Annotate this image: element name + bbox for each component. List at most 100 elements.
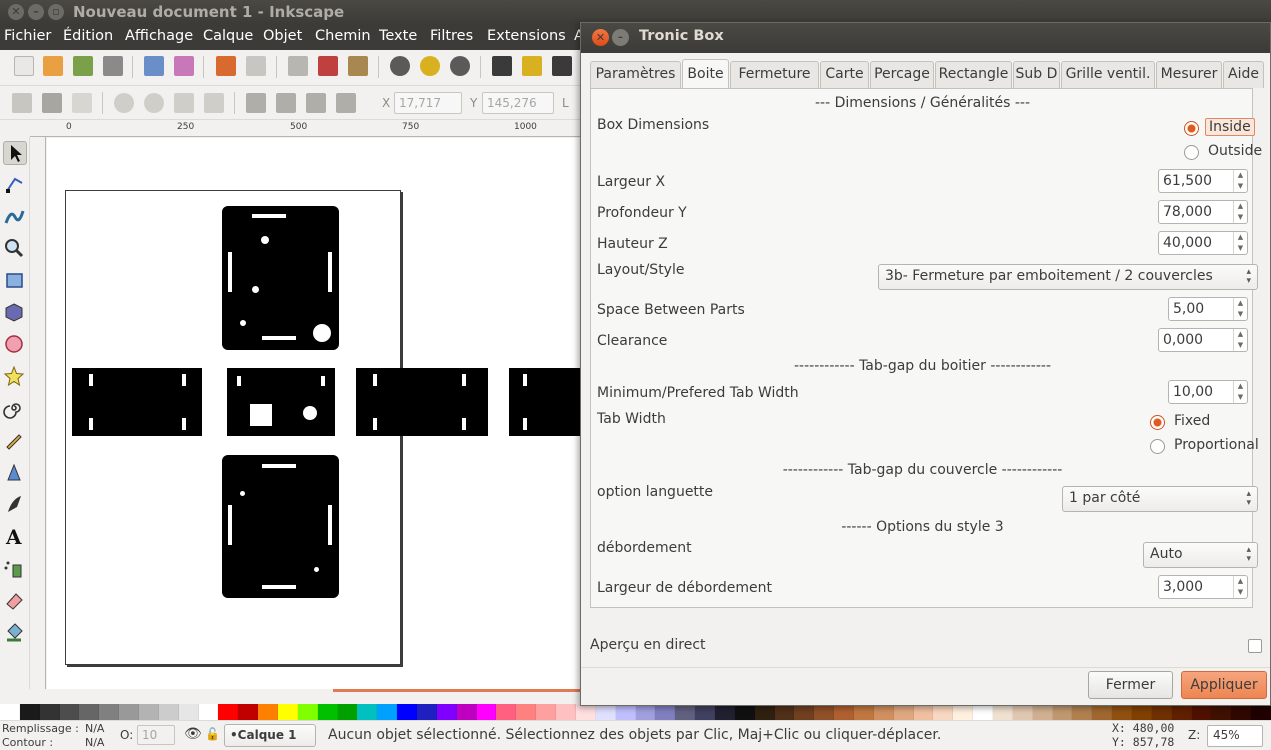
maximize-window-icon[interactable]: ▫: [48, 4, 64, 20]
y-coordinate-field[interactable]: 145,276: [482, 92, 554, 114]
color-swatch[interactable]: [754, 704, 775, 720]
eraser-tool-icon[interactable]: [3, 589, 27, 613]
x-coordinate-field[interactable]: 17,717: [394, 92, 462, 114]
color-swatch[interactable]: [59, 704, 80, 720]
tab-rectangle[interactable]: Rectangle: [935, 61, 1012, 88]
color-swatch[interactable]: [853, 704, 874, 720]
text-tool-icon[interactable]: A: [3, 525, 27, 549]
color-swatch[interactable]: [973, 704, 993, 720]
min-tab-width-input[interactable]: [1169, 381, 1233, 403]
color-swatch[interactable]: [893, 704, 914, 720]
color-swatch[interactable]: [635, 704, 656, 720]
color-swatch[interactable]: [198, 704, 219, 720]
color-swatch[interactable]: [139, 704, 159, 720]
ellipse-tool-icon[interactable]: [3, 333, 27, 357]
color-swatch[interactable]: [1171, 704, 1192, 720]
color-swatch[interactable]: [556, 704, 576, 720]
print-icon[interactable]: [103, 56, 123, 76]
box-part-top-lid[interactable]: [222, 206, 339, 350]
color-palette[interactable]: [0, 704, 1271, 720]
color-swatch[interactable]: [1131, 704, 1152, 720]
color-swatch[interactable]: [476, 704, 497, 720]
color-swatch[interactable]: [536, 704, 557, 720]
tab-aide[interactable]: Aide: [1223, 61, 1264, 88]
color-swatch[interactable]: [1012, 704, 1033, 720]
color-swatch[interactable]: [377, 704, 398, 720]
min-tab-width-stepper[interactable]: ▲ ▼: [1233, 381, 1247, 403]
box-part-front[interactable]: [227, 368, 335, 436]
color-swatch[interactable]: [814, 704, 835, 720]
color-swatch[interactable]: [1231, 704, 1252, 720]
box-part-back[interactable]: [509, 368, 580, 436]
3d-box-tool-icon[interactable]: [3, 301, 27, 325]
color-swatch[interactable]: [218, 704, 239, 720]
duplicate-icon[interactable]: [492, 56, 512, 76]
calligraphy-tool-icon[interactable]: [3, 493, 27, 517]
tab-boite[interactable]: Boite: [682, 59, 729, 88]
color-swatch[interactable]: [774, 704, 795, 720]
color-swatch[interactable]: [913, 704, 934, 720]
color-swatch[interactable]: [417, 704, 437, 720]
tweak-tool-icon[interactable]: [3, 205, 27, 229]
tab-carte[interactable]: Carte: [820, 61, 869, 88]
debordement-select[interactable]: Auto ▴ ▾: [1143, 542, 1258, 568]
color-swatch[interactable]: [357, 704, 378, 720]
eye-icon[interactable]: 👁: [184, 726, 202, 742]
color-swatch[interactable]: [258, 704, 279, 720]
color-swatch[interactable]: [496, 704, 517, 720]
menu-extensions[interactable]: Extensions: [487, 28, 566, 44]
raise-icon[interactable]: [276, 93, 296, 113]
save-file-icon[interactable]: [73, 56, 93, 76]
profondeur-y-spinner[interactable]: ▲▼: [1158, 200, 1248, 224]
copy-icon[interactable]: [288, 56, 308, 76]
space-between-parts-stepper[interactable]: ▲ ▼: [1233, 298, 1247, 320]
menu-chemin[interactable]: Chemin: [315, 28, 371, 44]
new-document-icon[interactable]: [14, 56, 34, 76]
live-preview-checkbox[interactable]: [1248, 639, 1262, 653]
color-swatch[interactable]: [655, 704, 676, 720]
menu-affichage[interactable]: Affichage: [125, 28, 193, 44]
color-swatch[interactable]: [695, 704, 715, 720]
tab-fermeture[interactable]: Fermeture: [730, 61, 819, 88]
color-swatch[interactable]: [1092, 704, 1113, 720]
layout-style-select[interactable]: 3b- Fermeture par emboitement / 2 couver…: [878, 264, 1258, 290]
flip-horizontal-icon[interactable]: [174, 93, 194, 113]
color-swatch[interactable]: [436, 704, 457, 720]
close-window-icon[interactable]: ✕: [8, 4, 24, 20]
tab-parametres[interactable]: Paramètres: [590, 61, 681, 88]
color-swatch[interactable]: [0, 704, 20, 720]
largeur-debordement-stepper[interactable]: ▲ ▼: [1233, 576, 1247, 598]
lock-icon[interactable]: 🔓: [205, 727, 220, 741]
zoom-drawing-icon[interactable]: [420, 56, 440, 76]
zoom-tool-icon[interactable]: [3, 237, 27, 261]
color-swatch[interactable]: [1251, 704, 1271, 720]
color-swatch[interactable]: [178, 704, 199, 720]
profondeur-y-input[interactable]: [1159, 201, 1233, 223]
opacity-field[interactable]: 10: [137, 725, 175, 745]
box-part-bottom-lid[interactable]: [222, 455, 339, 598]
selector-tool-icon[interactable]: [3, 141, 27, 165]
color-swatch[interactable]: [992, 704, 1013, 720]
rectangle-tool-icon[interactable]: [3, 269, 27, 293]
fermer-button[interactable]: Fermer: [1088, 671, 1173, 699]
color-swatch[interactable]: [834, 704, 854, 720]
color-swatch[interactable]: [1211, 704, 1232, 720]
color-swatch[interactable]: [595, 704, 616, 720]
open-file-icon[interactable]: [43, 56, 63, 76]
menu-edition[interactable]: Édition: [63, 28, 113, 44]
box-part-right-side[interactable]: [356, 368, 488, 436]
cut-icon[interactable]: [318, 56, 338, 76]
paint-bucket-tool-icon[interactable]: [3, 621, 27, 645]
color-swatch[interactable]: [456, 704, 477, 720]
drawing-canvas[interactable]: [47, 138, 580, 689]
box-part-left-side[interactable]: [72, 368, 202, 436]
color-swatch[interactable]: [575, 704, 596, 720]
zoom-page-icon[interactable]: [450, 56, 470, 76]
import-icon[interactable]: [144, 56, 164, 76]
zoom-field[interactable]: 45%: [1207, 725, 1263, 747]
color-swatch[interactable]: [397, 704, 418, 720]
tab-percage[interactable]: Percage: [870, 61, 934, 88]
largeur-debordement-input[interactable]: [1159, 576, 1233, 598]
zoom-selection-icon[interactable]: [390, 56, 410, 76]
minimize-window-icon[interactable]: –: [28, 4, 44, 20]
